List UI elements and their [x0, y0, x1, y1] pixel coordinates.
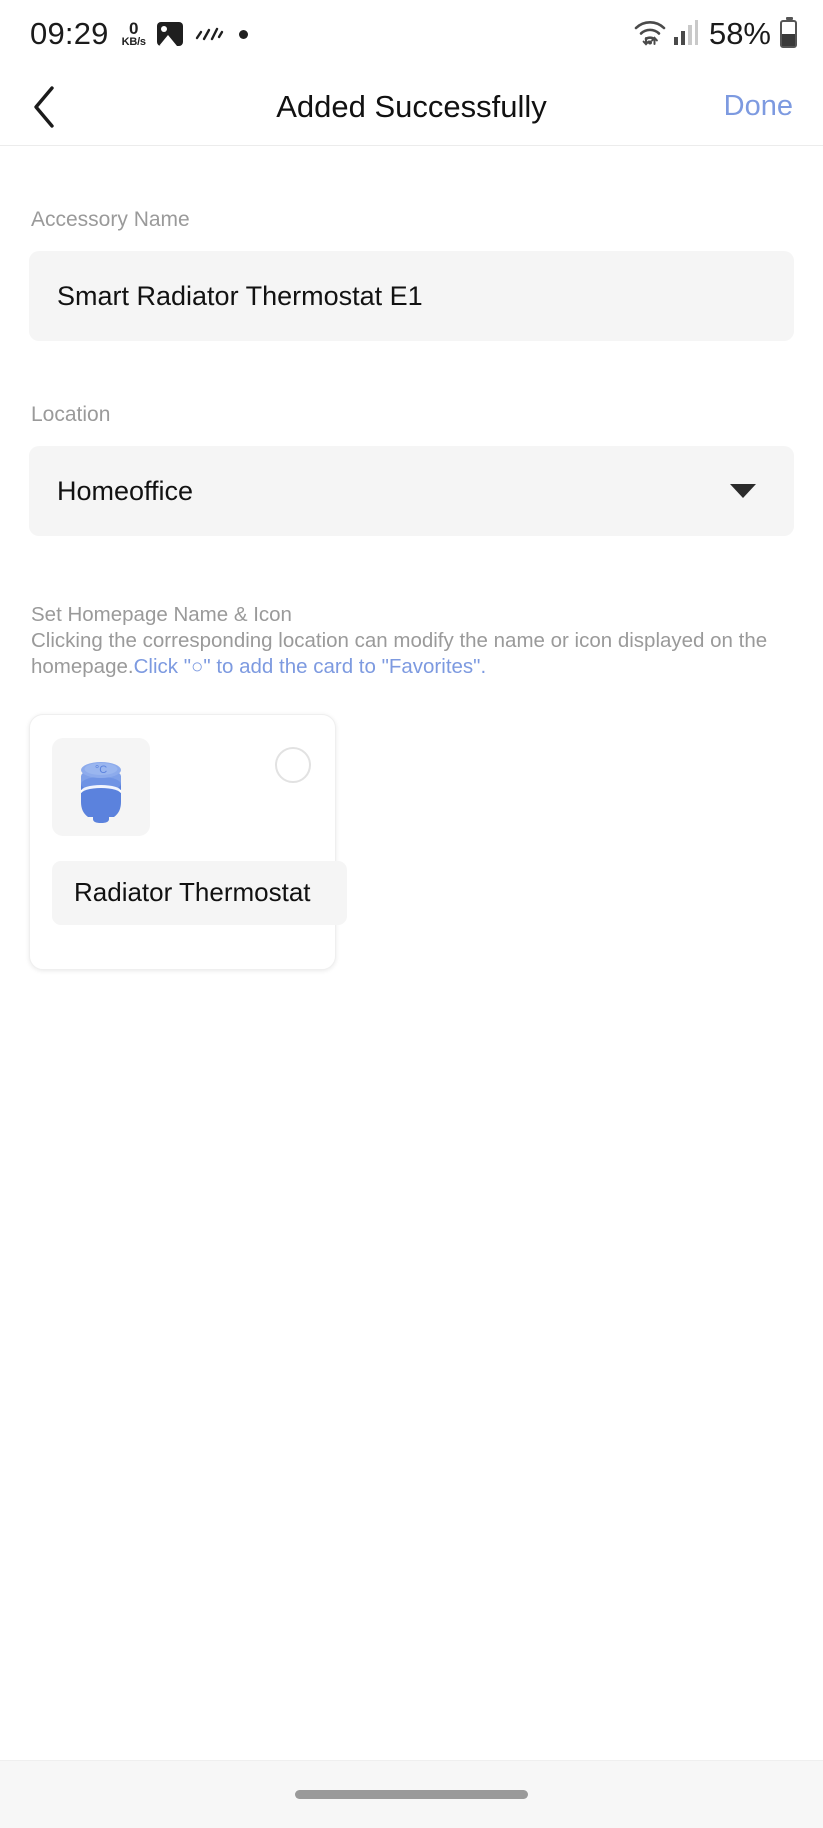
- favorites-hint-link[interactable]: Click "○" to add the card to "Favorites"…: [134, 655, 487, 678]
- accessory-name-label: Accessory Name: [31, 208, 190, 231]
- device-name-value: Radiator Thermostat: [74, 877, 311, 908]
- home-gesture-bar[interactable]: [295, 1790, 528, 1799]
- battery-icon: [780, 17, 797, 48]
- accessory-name-value: Smart Radiator Thermostat E1: [57, 280, 423, 311]
- chevron-down-icon: [730, 484, 756, 498]
- accessory-name-field[interactable]: Smart Radiator Thermostat E1: [29, 251, 794, 341]
- device-name-field[interactable]: Radiator Thermostat: [52, 860, 347, 925]
- image-icon: [156, 22, 183, 46]
- network-speed-value: 0: [128, 19, 139, 38]
- page-title: Added Successfully: [276, 88, 547, 124]
- system-navigation-area: [0, 1760, 823, 1828]
- radiator-thermostat-icon: °C: [81, 761, 121, 823]
- wifi-icon: [633, 17, 667, 52]
- status-bar-right: 58%: [633, 16, 797, 52]
- homepage-heading: Set Homepage Name & Icon: [31, 603, 292, 626]
- scribble-icon: [194, 23, 224, 45]
- location-dropdown[interactable]: Homeoffice: [29, 446, 794, 536]
- network-speed-indicator: 0 KB/s: [122, 20, 146, 48]
- device-icon-button[interactable]: °C: [52, 737, 150, 836]
- device-icon-temperature-unit: °C: [95, 764, 107, 776]
- battery-percent-label: 58%: [708, 16, 771, 51]
- main-content: Accessory Name Smart Radiator Thermostat…: [0, 208, 823, 970]
- location-value: Homeoffice: [57, 475, 194, 506]
- homepage-instructions: Set Homepage Name & Icon Clicking the co…: [29, 602, 794, 681]
- favorite-toggle[interactable]: [275, 746, 311, 783]
- cellular-signal-icon: [673, 18, 699, 51]
- location-label: Location: [31, 403, 111, 426]
- status-bar-left: 09:29 0 KB/s: [30, 16, 248, 52]
- dot-icon: [238, 29, 248, 39]
- navigation-bar: Added Successfully Done: [0, 68, 823, 146]
- status-bar-clock: 09:29: [30, 16, 109, 51]
- network-speed-unit: KB/s: [121, 36, 146, 48]
- done-button[interactable]: Done: [724, 90, 793, 123]
- back-button[interactable]: [30, 82, 80, 132]
- device-card[interactable]: °C Radiator Thermostat: [29, 713, 347, 970]
- chevron-left-icon: [34, 85, 54, 128]
- status-bar: 09:29 0 KB/s 58%: [0, 0, 823, 68]
